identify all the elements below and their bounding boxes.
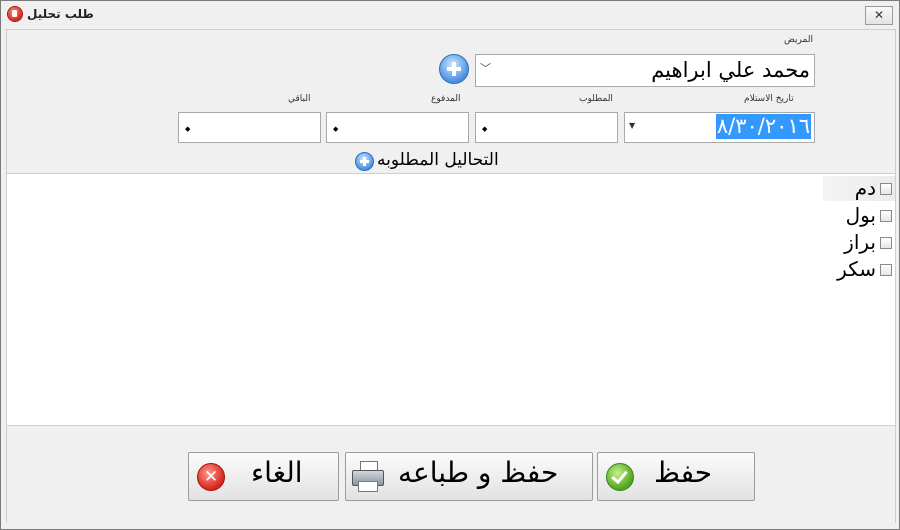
patient-info-area: المريض ﹀ محمد علي ابراهيم تاريخ الاستلام… bbox=[7, 30, 895, 150]
test-label: براز bbox=[844, 230, 876, 254]
required-label: المطلوب bbox=[579, 94, 613, 104]
dropdown-arrow-icon[interactable]: ▼ bbox=[629, 121, 635, 130]
received-date-picker[interactable]: ▼ ٨/٣٠/٢٠١٦ bbox=[624, 112, 815, 143]
cancel-button-label: الغاء bbox=[251, 456, 303, 489]
save-button-label: حفظ bbox=[654, 456, 713, 489]
close-button[interactable]: ✕ bbox=[865, 6, 893, 25]
window: طلب تحليل ✕ المريض ﹀ محمد علي ابراهيم تا… bbox=[0, 0, 900, 530]
chevron-down-icon[interactable]: ﹀ bbox=[480, 60, 491, 76]
remaining-amount-field[interactable]: ◆ bbox=[178, 112, 321, 143]
x-circle-icon: ✕ bbox=[197, 463, 225, 491]
checkbox[interactable] bbox=[880, 264, 892, 276]
remaining-label: الباقي bbox=[288, 94, 311, 104]
test-item-blood[interactable]: دم bbox=[823, 176, 895, 201]
tests-section-title: التحاليل المطلوبه bbox=[377, 150, 499, 170]
spinner-icon[interactable]: ◆ bbox=[333, 125, 338, 133]
patient-value: محمد علي ابراهيم bbox=[651, 58, 810, 82]
test-item-urine[interactable]: بول bbox=[823, 203, 895, 228]
required-amount-field[interactable]: ◆ bbox=[475, 112, 618, 143]
test-label: دم bbox=[854, 176, 876, 200]
tests-list: دم بول براز سكر bbox=[7, 174, 895, 425]
paid-label: المدفوع bbox=[431, 94, 461, 104]
actions-bar: حفظ حفظ و طباعه ✕ الغاء bbox=[7, 425, 895, 523]
main-panel: المريض ﹀ محمد علي ابراهيم تاريخ الاستلام… bbox=[6, 29, 896, 523]
tests-section-header: التحاليل المطلوبه bbox=[7, 150, 895, 174]
window-title: طلب تحليل bbox=[27, 7, 94, 21]
paid-amount-field[interactable]: ◆ bbox=[326, 112, 469, 143]
save-print-button[interactable]: حفظ و طباعه bbox=[345, 452, 593, 501]
checkbox[interactable] bbox=[880, 210, 892, 222]
checkmark-icon bbox=[606, 463, 634, 491]
checkbox[interactable] bbox=[880, 183, 892, 195]
cancel-button[interactable]: ✕ الغاء bbox=[188, 452, 339, 501]
save-button[interactable]: حفظ bbox=[597, 452, 755, 501]
patient-label: المريض bbox=[784, 35, 813, 45]
app-icon bbox=[8, 7, 22, 21]
spinner-icon[interactable]: ◆ bbox=[185, 125, 190, 133]
add-test-button[interactable] bbox=[355, 152, 374, 171]
spinner-icon[interactable]: ◆ bbox=[482, 125, 487, 133]
date-label: تاريخ الاستلام bbox=[744, 94, 794, 104]
patient-select[interactable]: ﹀ محمد علي ابراهيم bbox=[475, 54, 815, 87]
test-item-stool[interactable]: براز bbox=[823, 230, 895, 255]
save-print-button-label: حفظ و طباعه bbox=[398, 456, 559, 489]
title-bar: طلب تحليل ✕ bbox=[1, 1, 899, 29]
test-label: بول bbox=[845, 203, 876, 227]
test-label: سكر bbox=[837, 257, 876, 281]
test-item-sugar[interactable]: سكر bbox=[823, 257, 895, 282]
checkbox[interactable] bbox=[880, 237, 892, 249]
add-patient-button[interactable] bbox=[439, 54, 469, 84]
printer-icon bbox=[352, 461, 384, 492]
date-value: ٨/٣٠/٢٠١٦ bbox=[715, 114, 811, 139]
